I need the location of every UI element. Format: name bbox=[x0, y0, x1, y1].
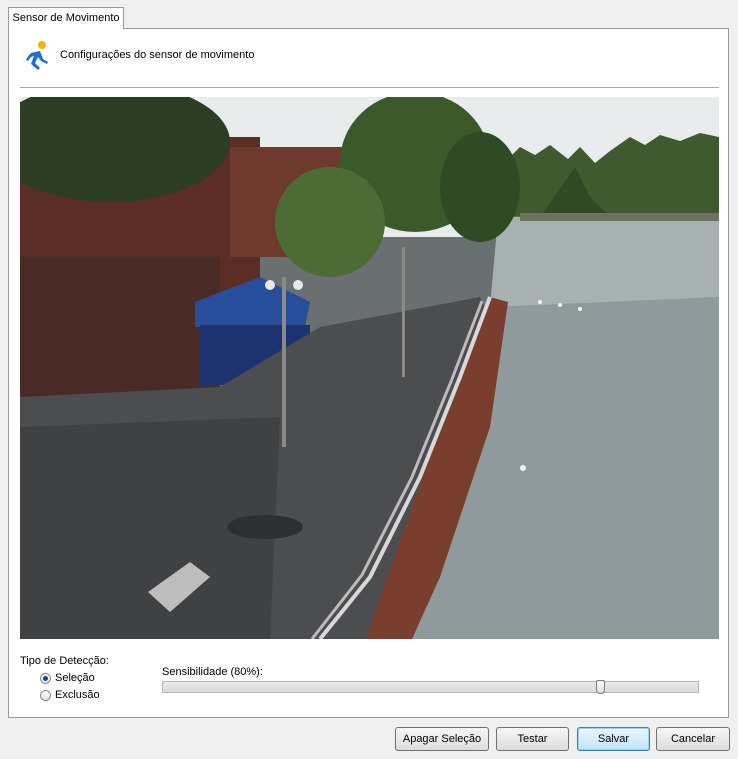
radio-selection-button[interactable] bbox=[40, 672, 51, 684]
test-button[interactable]: Testar bbox=[496, 727, 569, 751]
radio-selection-label: Seleção bbox=[55, 672, 95, 684]
page-title: Configurações do sensor de movimento bbox=[60, 49, 255, 61]
sensitivity-slider-thumb[interactable] bbox=[596, 680, 605, 694]
radio-exclusion-label: Exclusão bbox=[55, 689, 100, 701]
cancel-button[interactable]: Cancelar bbox=[656, 727, 730, 751]
radio-exclusion[interactable]: Exclusão bbox=[40, 689, 100, 701]
detection-type-label: Tipo de Detecção: bbox=[20, 655, 109, 667]
running-person-icon bbox=[22, 40, 50, 72]
save-button[interactable]: Salvar bbox=[577, 727, 650, 751]
divider bbox=[20, 87, 719, 88]
clear-selection-button[interactable]: Apagar Seleção bbox=[395, 727, 489, 751]
tab-motion-sensor[interactable]: Sensor de Movimento bbox=[8, 7, 124, 29]
radio-selection[interactable]: Seleção bbox=[40, 672, 95, 684]
sensitivity-label: Sensibilidade (80%): bbox=[162, 666, 263, 678]
camera-preview[interactable] bbox=[20, 97, 719, 639]
radio-exclusion-button[interactable] bbox=[40, 689, 51, 701]
sensitivity-slider[interactable] bbox=[162, 680, 699, 694]
settings-panel: Configurações do sensor de movimento Tip… bbox=[8, 28, 729, 718]
